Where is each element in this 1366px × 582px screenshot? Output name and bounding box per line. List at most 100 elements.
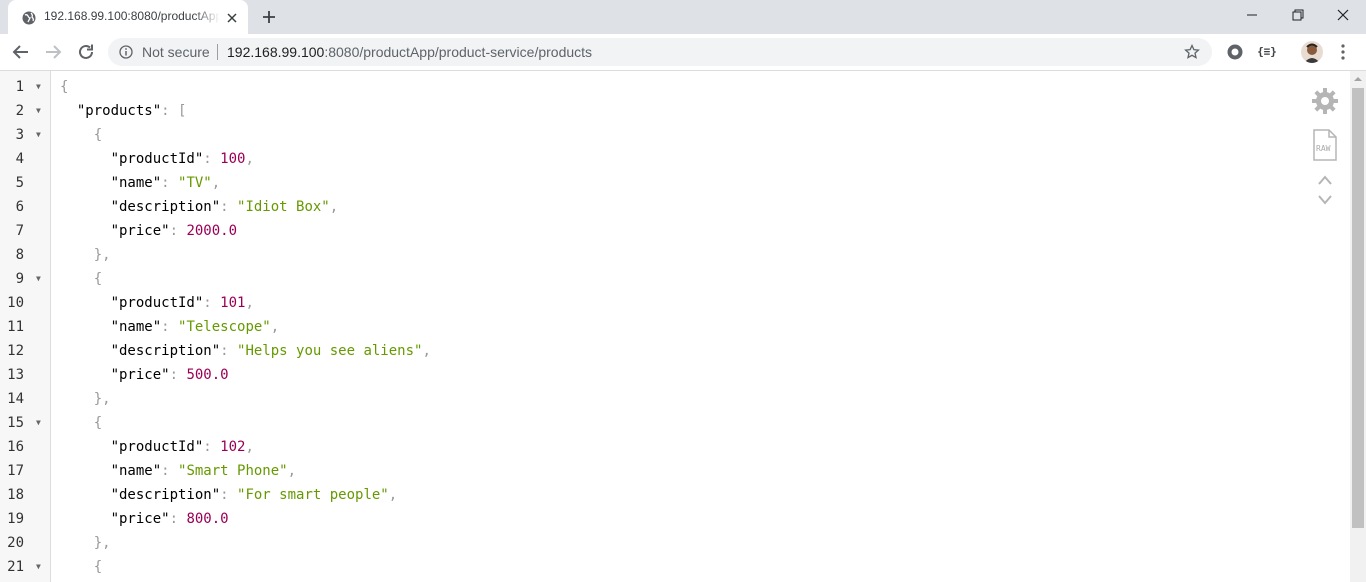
line-number: 15 bbox=[7, 415, 24, 431]
code-line: 17 "name": "Smart Phone", bbox=[0, 459, 1290, 483]
close-window-button[interactable] bbox=[1320, 0, 1366, 30]
minimize-button[interactable] bbox=[1229, 0, 1275, 30]
json-punctuation: , bbox=[245, 295, 254, 311]
close-tab-icon[interactable] bbox=[224, 10, 240, 26]
url-text[interactable]: 192.168.99.100:8080/productApp/product-s… bbox=[227, 44, 592, 60]
raw-label: RAW bbox=[1316, 144, 1331, 153]
json-key: "price" bbox=[60, 223, 170, 239]
code-line: 1 ▼ { bbox=[0, 75, 1290, 99]
line-number: 5 bbox=[15, 175, 24, 191]
code-line: 13 "price": 500.0 bbox=[0, 363, 1290, 387]
code-text: }, bbox=[60, 243, 111, 267]
line-number: 11 bbox=[7, 319, 24, 335]
json-key: "products" bbox=[60, 103, 162, 119]
avatar[interactable] bbox=[1301, 41, 1323, 63]
fold-toggle-icon[interactable]: ▼ bbox=[36, 75, 41, 99]
json-string: "Telescope" bbox=[178, 319, 271, 335]
json-punctuation: : bbox=[169, 511, 187, 527]
code-line: 15 ▼ { bbox=[0, 411, 1290, 435]
security-status[interactable]: Not secure bbox=[142, 44, 210, 60]
json-punctuation: : bbox=[220, 487, 238, 503]
line-number: 13 bbox=[7, 367, 24, 383]
json-key: "name" bbox=[60, 463, 162, 479]
json-punctuation: { bbox=[60, 271, 103, 287]
collapse-chevron-up-icon[interactable] bbox=[1316, 174, 1334, 186]
json-key: "description" bbox=[60, 199, 221, 215]
settings-gear-icon[interactable] bbox=[1310, 86, 1340, 116]
line-number: 10 bbox=[7, 295, 24, 311]
code-text: "productId": 100, bbox=[60, 147, 254, 171]
info-icon[interactable] bbox=[119, 45, 133, 59]
json-extension-icon[interactable]: {≡} bbox=[1256, 43, 1278, 61]
line-number: 20 bbox=[7, 535, 24, 551]
json-viewer: 1 ▼ {2 ▼ "products": [3 ▼ { 4 "productId": 10… bbox=[0, 71, 1350, 582]
code-text: { bbox=[60, 267, 102, 291]
json-key: "price" bbox=[60, 367, 170, 383]
json-string: "Helps you see aliens" bbox=[237, 343, 423, 359]
url-separator bbox=[217, 44, 218, 60]
bookmark-star-icon[interactable] bbox=[1184, 44, 1200, 60]
code-line: 8 }, bbox=[0, 243, 1290, 267]
json-punctuation: , bbox=[422, 343, 431, 359]
fold-toggle-icon[interactable]: ▼ bbox=[36, 411, 41, 435]
tab-strip: 192.168.99.100:8080/productApp/product-s… bbox=[0, 0, 1366, 34]
line-number: 7 bbox=[15, 223, 24, 239]
code-line: 10 "productId": 101, bbox=[0, 291, 1290, 315]
line-number: 4 bbox=[15, 151, 24, 167]
code-text: "description": "For smart people", bbox=[60, 483, 398, 507]
code-text: "products": [ bbox=[60, 99, 187, 123]
code-text: { bbox=[60, 411, 102, 435]
json-punctuation: }, bbox=[60, 535, 111, 551]
json-punctuation: : bbox=[203, 295, 221, 311]
json-punctuation: : bbox=[161, 463, 179, 479]
code-text: "name": "Smart Phone", bbox=[60, 459, 296, 483]
code-text: { bbox=[60, 123, 102, 147]
reload-icon[interactable] bbox=[77, 43, 95, 61]
profile-picture bbox=[1301, 41, 1323, 63]
scrollbar-thumb[interactable] bbox=[1352, 88, 1364, 528]
code-line: 3 ▼ { bbox=[0, 123, 1290, 147]
code-text: "productId": 102, bbox=[60, 435, 254, 459]
raw-view-button[interactable]: RAW bbox=[1312, 129, 1338, 161]
code-line: 2 ▼ "products": [ bbox=[0, 99, 1290, 123]
json-punctuation: , bbox=[245, 439, 254, 455]
extension-circle-icon[interactable] bbox=[1226, 43, 1244, 61]
line-number: 9 bbox=[15, 271, 24, 287]
code-line: 16 "productId": 102, bbox=[0, 435, 1290, 459]
json-punctuation: : bbox=[169, 223, 187, 239]
json-punctuation: : bbox=[203, 439, 221, 455]
code-text: }, bbox=[60, 531, 111, 555]
forward-arrow-icon[interactable] bbox=[44, 43, 62, 61]
line-number: 6 bbox=[15, 199, 24, 215]
restore-button[interactable] bbox=[1275, 0, 1321, 30]
back-arrow-icon[interactable] bbox=[12, 43, 30, 61]
expand-chevron-down-icon[interactable] bbox=[1316, 194, 1334, 206]
code-text: "productId": 101, bbox=[60, 291, 254, 315]
code-line: 20 }, bbox=[0, 531, 1290, 555]
tab-title: 192.168.99.100:8080/productApp/product-s… bbox=[44, 9, 220, 23]
json-key: "productId" bbox=[60, 439, 204, 455]
code-text: "price": 800.0 bbox=[60, 507, 229, 531]
json-punctuation: { bbox=[60, 415, 103, 431]
vertical-scrollbar[interactable] bbox=[1350, 71, 1366, 582]
json-punctuation: : [ bbox=[161, 103, 187, 119]
code-line: 21 ▼ { bbox=[0, 555, 1290, 579]
json-string: "For smart people" bbox=[237, 487, 389, 503]
new-tab-icon[interactable] bbox=[261, 9, 277, 25]
json-punctuation: : bbox=[161, 319, 179, 335]
scroll-up-arrow-icon[interactable] bbox=[1350, 71, 1366, 87]
code-line: 9 ▼ { bbox=[0, 267, 1290, 291]
fold-toggle-icon[interactable]: ▼ bbox=[36, 555, 41, 579]
browser-tab[interactable]: 192.168.99.100:8080/productApp/product-s… bbox=[8, 0, 248, 34]
json-punctuation: }, bbox=[60, 247, 111, 263]
address-bar[interactable]: Not secure 192.168.99.100:8080/productAp… bbox=[108, 38, 1212, 66]
fold-toggle-icon[interactable]: ▼ bbox=[36, 267, 41, 291]
code-text: "name": "Telescope", bbox=[60, 315, 280, 339]
fold-toggle-icon[interactable]: ▼ bbox=[36, 123, 41, 147]
more-menu-icon[interactable] bbox=[1338, 43, 1348, 61]
json-key: "price" bbox=[60, 511, 170, 527]
fold-toggle-icon[interactable]: ▼ bbox=[36, 99, 41, 123]
json-punctuation: , bbox=[287, 463, 297, 479]
code-line: 14 }, bbox=[0, 387, 1290, 411]
json-key: "productId" bbox=[60, 295, 204, 311]
